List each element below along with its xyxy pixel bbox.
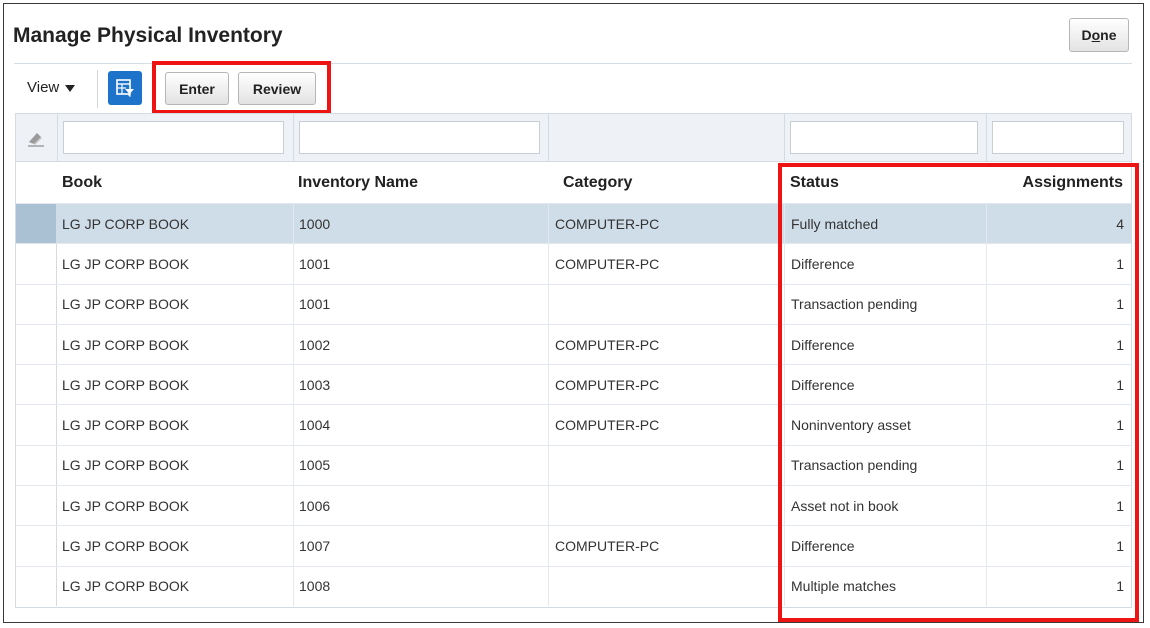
row-selector[interactable] <box>16 365 57 405</box>
column-divider <box>293 486 294 526</box>
page-title: Manage Physical Inventory <box>13 24 283 47</box>
column-header-inventory-name[interactable]: Inventory Name <box>298 163 418 203</box>
filter-cell-category <box>548 114 784 162</box>
cell-category: COMPUTER-PC <box>555 255 660 272</box>
row-selector[interactable] <box>16 204 57 244</box>
cell-category: COMPUTER-PC <box>555 376 660 393</box>
cell-category <box>555 486 780 525</box>
column-divider <box>293 526 294 566</box>
filter-inventory-name-input[interactable] <box>299 121 540 154</box>
column-divider <box>548 284 549 324</box>
cell-book: LG JP CORP BOOK <box>62 296 190 313</box>
view-menu[interactable]: View <box>27 79 76 96</box>
column-header-book[interactable]: Book <box>62 163 102 203</box>
column-divider <box>548 405 549 445</box>
column-divider <box>548 526 549 566</box>
cell-inventory-name: 1000 <box>299 215 331 232</box>
cell-inventory-name: 1006 <box>299 497 331 514</box>
review-button[interactable]: Review <box>238 72 316 105</box>
filter-status-input[interactable] <box>790 121 978 154</box>
row-selector[interactable] <box>16 405 57 445</box>
filter-table-icon <box>116 79 134 97</box>
cell-inventory-name: 1001 <box>299 296 331 313</box>
cell-book: LG JP CORP BOOK <box>62 538 190 555</box>
done-button[interactable]: Do ne <box>1069 18 1129 52</box>
cell-book: LG JP CORP BOOK <box>62 578 190 595</box>
column-divider <box>293 405 294 445</box>
row-selector[interactable] <box>16 445 57 486</box>
column-divider <box>293 324 294 365</box>
query-by-example-button[interactable] <box>108 71 142 105</box>
cell-book: LG JP CORP BOOK <box>62 457 190 474</box>
toolbar-divider <box>97 70 98 108</box>
done-label-rest: ne <box>1100 27 1117 43</box>
column-divider <box>548 445 549 486</box>
row-selector[interactable] <box>16 244 57 284</box>
cell-inventory-name: 1005 <box>299 457 331 474</box>
row-selector[interactable] <box>16 486 57 526</box>
cell-book: LG JP CORP BOOK <box>62 376 190 393</box>
cell-book: LG JP CORP BOOK <box>62 336 190 353</box>
column-divider <box>293 284 294 324</box>
cell-inventory-name: 1002 <box>299 336 331 353</box>
view-menu-label: View <box>27 79 60 96</box>
column-divider <box>293 244 294 284</box>
status-assignments-highlight <box>778 163 1139 622</box>
enter-button[interactable]: Enter <box>165 72 229 105</box>
column-divider <box>293 365 294 405</box>
row-selector[interactable] <box>16 566 57 606</box>
cell-category: COMPUTER-PC <box>555 336 660 353</box>
column-divider <box>548 365 549 405</box>
column-divider <box>548 324 549 365</box>
cell-inventory-name: 1007 <box>299 538 331 555</box>
column-divider <box>548 566 549 606</box>
row-selector[interactable] <box>16 324 57 365</box>
column-divider <box>293 445 294 486</box>
cell-inventory-name: 1004 <box>299 417 331 434</box>
filter-assignments-input[interactable] <box>992 121 1124 154</box>
eraser-icon[interactable] <box>25 129 47 147</box>
cell-category: COMPUTER-PC <box>555 215 660 232</box>
cell-inventory-name: 1003 <box>299 376 331 393</box>
cell-category: COMPUTER-PC <box>555 417 660 434</box>
row-selector[interactable] <box>16 526 57 566</box>
column-header-category[interactable]: Category <box>563 163 632 203</box>
chevron-down-icon <box>65 85 76 92</box>
query-by-example-row <box>16 114 1131 162</box>
column-divider <box>293 204 294 244</box>
column-divider <box>548 204 549 244</box>
row-selector[interactable] <box>16 284 57 324</box>
filter-book-input[interactable] <box>63 121 284 154</box>
cell-book: LG JP CORP BOOK <box>62 215 190 232</box>
cell-book: LG JP CORP BOOK <box>62 417 190 434</box>
cell-book: LG JP CORP BOOK <box>62 497 190 514</box>
cell-inventory-name: 1008 <box>299 578 331 595</box>
done-label-accesskey: o <box>1091 27 1101 43</box>
column-divider <box>548 486 549 526</box>
column-divider <box>293 566 294 606</box>
cell-category <box>555 446 780 485</box>
cell-book: LG JP CORP BOOK <box>62 255 190 272</box>
done-label-d: D <box>1081 27 1092 43</box>
cell-category <box>555 567 780 606</box>
cell-category: COMPUTER-PC <box>555 538 660 555</box>
cell-inventory-name: 1001 <box>299 255 331 272</box>
cell-category <box>555 285 780 324</box>
column-divider <box>548 244 549 284</box>
